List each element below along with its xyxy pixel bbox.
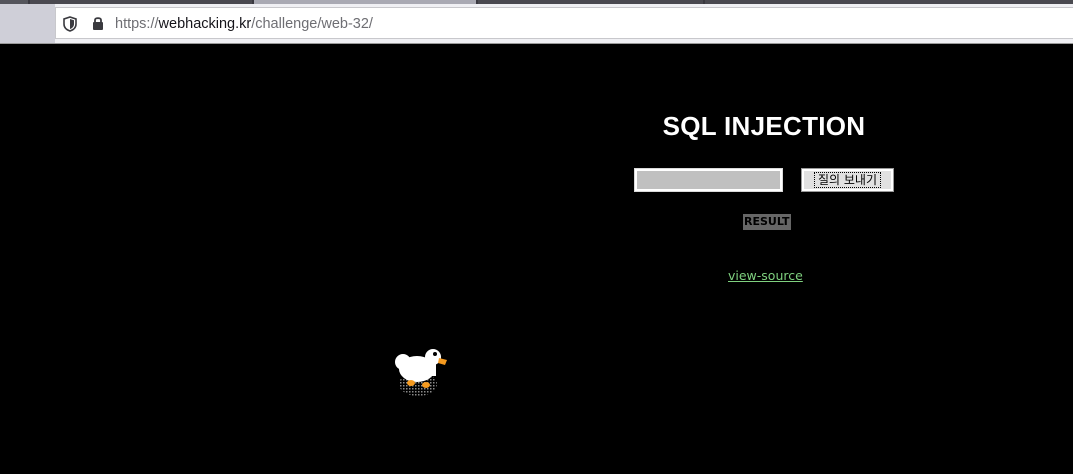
browser-chrome: https://webhacking.kr/challenge/web-32/	[0, 0, 1073, 44]
query-input[interactable]	[634, 168, 783, 192]
shield-icon[interactable]	[63, 16, 77, 32]
url-scheme: https://	[115, 16, 159, 32]
toolbar: https://webhacking.kr/challenge/web-32/	[0, 4, 1073, 44]
url-bar[interactable]: https://webhacking.kr/challenge/web-32/	[55, 7, 1073, 39]
url-path: /challenge/web-32/	[251, 16, 373, 32]
duck-icon[interactable]	[394, 346, 450, 400]
result-label: RESULT	[743, 214, 791, 230]
toolbar-left-area	[0, 4, 55, 43]
submit-query-label: 질의 보내기	[813, 172, 881, 188]
url-text[interactable]: https://webhacking.kr/challenge/web-32/	[115, 15, 373, 33]
view-source-link[interactable]: view-source	[728, 268, 803, 284]
submit-query-button[interactable]: 질의 보내기	[801, 168, 894, 192]
url-host: webhacking.kr	[158, 16, 252, 32]
page-content: SQL INJECTION 질의 보내기 RESULT view-source	[0, 44, 1073, 474]
page-title: SQL INJECTION	[662, 111, 866, 141]
lock-icon[interactable]	[92, 16, 104, 31]
